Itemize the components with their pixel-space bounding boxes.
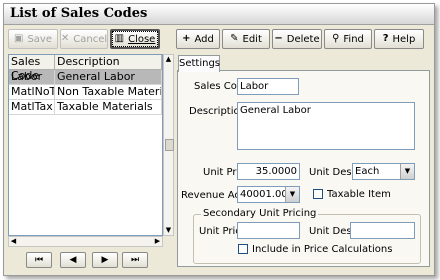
grid-horizontal-scrollbar[interactable]: ◀ ▶ (8, 236, 163, 247)
grid-header: Sales Code Description (9, 55, 162, 82)
x-icon: ✕ (60, 33, 70, 44)
last-record-button[interactable]: ⏭ (122, 252, 148, 268)
unit-price-field[interactable]: 35.0000 (237, 163, 300, 180)
save-label: Save (27, 33, 52, 45)
secondary-unit-price-field[interactable] (237, 222, 300, 239)
next-record-button[interactable]: ▶ (92, 252, 118, 268)
first-record-button[interactable]: ⏮ (26, 252, 52, 268)
scroll-left-icon[interactable]: ◀ (9, 237, 18, 246)
table-row[interactable]: Labor General Labor (9, 70, 162, 85)
unit-desc-value: Each (355, 166, 380, 177)
taxable-item-checkbox[interactable] (313, 189, 323, 199)
cell-sales-code: Labor (9, 70, 55, 84)
close-button[interactable]: ▥ Close (110, 29, 160, 49)
first-record-icon: ⏮ (34, 255, 44, 265)
column-header-description[interactable]: Description (55, 55, 162, 69)
edit-button[interactable]: ✎ Edit (222, 29, 270, 49)
scroll-up-icon[interactable]: ▲ (164, 55, 173, 64)
revenue-acct-value: 40001.00 (240, 189, 288, 200)
question-icon: ? (382, 33, 389, 44)
cell-sales-code: MatlTax (9, 100, 55, 114)
table-row[interactable]: MatlNoTx Non Taxable Materials (9, 85, 162, 100)
pencil-icon: ✎ (230, 33, 239, 44)
delete-button[interactable]: − Delete (272, 29, 322, 49)
cell-sales-code: MatlNoTx (9, 85, 55, 99)
sales-codes-grid[interactable]: Sales Code Description Labor General Lab… (8, 54, 163, 236)
edit-label: Edit (242, 33, 262, 45)
cell-description: Taxable Materials (55, 100, 162, 114)
close-label: Close (128, 33, 156, 45)
door-icon: ▥ (114, 33, 125, 44)
add-button[interactable]: + Add (176, 29, 220, 49)
find-label: Find (343, 33, 364, 45)
save-button[interactable]: ▣ Save (8, 29, 58, 49)
plus-icon: + (182, 33, 191, 44)
secondary-unit-desc-field[interactable] (350, 222, 415, 239)
help-button[interactable]: ? Help (374, 29, 424, 49)
chevron-down-icon[interactable]: ▼ (400, 164, 414, 179)
help-label: Help (392, 33, 416, 45)
taxable-item-label: Taxable Item (327, 189, 391, 200)
unit-desc-select[interactable]: Each ▼ (352, 163, 415, 180)
delete-label: Delete (286, 33, 320, 45)
include-in-price-calculations-checkbox[interactable] (238, 244, 248, 254)
previous-record-button[interactable]: ◀ (60, 252, 86, 268)
include-in-price-calculations-label: Include in Price Calculations (252, 244, 393, 255)
cell-description: General Labor (55, 70, 162, 84)
cancel-button[interactable]: ✕ Cancel (60, 29, 108, 49)
cell-description: Non Taxable Materials (57, 85, 162, 99)
cancel-label: Cancel (73, 33, 108, 45)
secondary-unit-pricing-title: Secondary Unit Pricing (201, 208, 319, 219)
window-title: List of Sales Codes (10, 6, 148, 21)
description-field[interactable]: General Labor (237, 102, 415, 150)
add-label: Add (194, 33, 214, 45)
grid-vertical-scrollbar[interactable]: ▲ ▼ (163, 54, 174, 236)
sales-codes-window: List of Sales Codes ▣ Save ✕ Cancel ▥ Close… (3, 3, 435, 276)
floppy-disk-icon: ▣ (14, 33, 24, 44)
last-record-icon: ⏭ (130, 255, 140, 265)
chevron-down-icon[interactable]: ▼ (285, 187, 299, 202)
column-header-sales-code[interactable]: Sales Code (9, 55, 55, 82)
revenue-acct-select[interactable]: 40001.00 ▼ (237, 186, 300, 203)
table-row[interactable]: MatlTax Taxable Materials (9, 100, 162, 115)
tab-settings[interactable]: Settings (178, 55, 220, 72)
scroll-down-icon[interactable]: ▼ (164, 226, 173, 235)
title-bar: List of Sales Codes (4, 4, 434, 25)
next-record-icon: ▶ (101, 255, 109, 265)
flashlight-icon: ⚲ (332, 33, 340, 44)
minus-icon: − (274, 33, 283, 44)
sales-code-field[interactable]: Labor (237, 78, 299, 95)
find-button[interactable]: ⚲ Find (324, 29, 372, 49)
scroll-thumb[interactable] (165, 139, 174, 151)
previous-record-icon: ◀ (69, 255, 77, 265)
scroll-right-icon[interactable]: ▶ (153, 237, 162, 246)
